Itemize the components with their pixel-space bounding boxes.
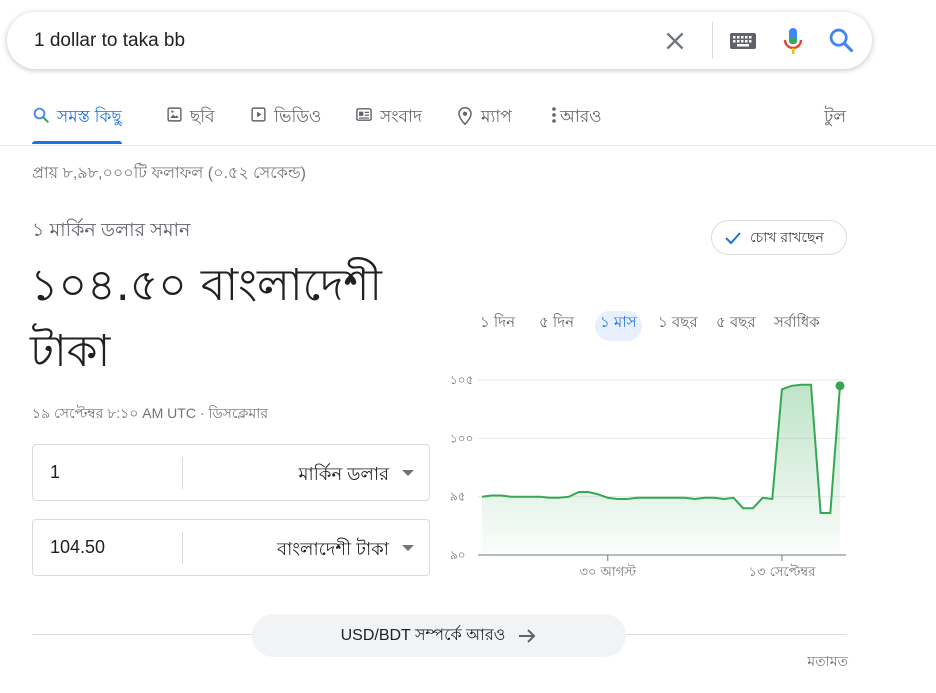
chart-y-tick-label: ১০৫ (450, 373, 473, 387)
from-currency-select[interactable]: মার্কিন ডলার (299, 460, 389, 491)
range-max[interactable]: সর্বাধিক (769, 311, 825, 341)
tab-label: সমস্ত কিছু (57, 107, 122, 126)
exchange-rate-chart[interactable]: ১০৫ ১০০ ৯৫ ৯০ ৩০ আগস্ট ১৩ সেপ্টেম্বর (440, 360, 860, 590)
check-icon (725, 231, 741, 244)
range-1y[interactable]: ১ বছর (653, 311, 703, 341)
track-label: চোখ রাখছেন (750, 228, 824, 245)
pin-icon (458, 106, 472, 126)
updated-text: ১৯ সেপ্টেম্বর ৮:১০ AM UTC · (32, 405, 209, 421)
tab-news[interactable]: সংবাদ (355, 104, 422, 144)
tab-videos[interactable]: ভিডিও (250, 104, 321, 144)
more-divider-left (32, 634, 254, 635)
dropdown-arrow-icon[interactable] (402, 545, 414, 551)
feedback-link[interactable]: মতামত (807, 650, 848, 674)
chart-y-tick-label: ১০০ (450, 431, 473, 445)
to-currency-box: 104.50 বাংলাদেশী টাকা (32, 519, 430, 576)
search-icon[interactable] (827, 26, 855, 54)
tab-all[interactable]: সমস্ত কিছু (32, 104, 122, 144)
equals-label: ১ মার্কিন ডলার সমান (32, 220, 191, 241)
more-divider-right (626, 634, 847, 635)
field-divider (182, 457, 183, 489)
tools-button[interactable]: টুল (824, 104, 846, 132)
chart-x-tick-label: ৩০ আগস্ট (580, 564, 637, 580)
range-5y[interactable]: ৫ বছর (711, 311, 761, 341)
search-divider (712, 22, 713, 59)
mic-icon[interactable] (780, 26, 806, 56)
close-icon[interactable] (662, 28, 688, 54)
chart-current-point (835, 381, 845, 391)
more-about-label: USD/BDT সম্পর্কে আরও (340, 627, 506, 644)
search-icon (33, 107, 49, 123)
disclaimer-link[interactable]: ডিসক্লেমার (208, 405, 268, 421)
tab-label: আরও (560, 107, 602, 126)
chart-y-tick-label: ৯০ (450, 548, 466, 562)
search-input[interactable]: 1 dollar to taka bb (34, 30, 185, 52)
from-amount-input[interactable]: 1 (50, 462, 60, 483)
updated-time: ১৯ সেপ্টেম্বর ৮:১০ AM UTC · ডিসক্লেমার (32, 402, 268, 426)
tab-label: ছবি (190, 107, 215, 126)
chart-area-fill (482, 384, 840, 555)
field-divider (182, 532, 183, 564)
play-icon (251, 107, 266, 122)
arrow-right-icon (519, 628, 536, 643)
converted-value: ১০৪.৫০ বাংলাদেশী টাকা (30, 260, 382, 377)
result-stats: প্রায় ৮,৯৮,০০০টি ফলাফল (০.৫২ সেকেন্ড) (32, 165, 306, 182)
tab-more[interactable]: আরও (551, 104, 602, 144)
more-vert-icon (552, 107, 556, 123)
tab-label: সংবাদ (380, 107, 422, 126)
chart-x-tick-label: ১৩ সেপ্টেম্বর (749, 564, 817, 580)
keyboard-icon[interactable] (729, 30, 757, 52)
range-1m[interactable]: ১ মাস (595, 311, 642, 341)
search-bar[interactable]: 1 dollar to taka bb (7, 12, 872, 69)
tab-images[interactable]: ছবি (166, 104, 215, 144)
to-currency-select[interactable]: বাংলাদেশী টাকা (277, 535, 389, 566)
dropdown-arrow-icon[interactable] (402, 470, 414, 476)
tab-label: ভিডিও (274, 107, 322, 126)
to-amount-input[interactable]: 104.50 (50, 537, 105, 558)
from-currency-box: 1 মার্কিন ডলার (32, 444, 430, 501)
image-icon (167, 107, 182, 122)
range-5d[interactable]: ৫ দিন (534, 311, 579, 341)
tab-label: ম্যাপ (481, 107, 512, 126)
news-icon (356, 108, 372, 121)
tab-maps[interactable]: ম্যাপ (456, 104, 512, 144)
range-1d[interactable]: ১ দিন (475, 311, 520, 341)
more-about-button[interactable]: USD/BDT সম্পর্কে আরও (252, 614, 626, 657)
search-tabs: সমস্ত কিছু ছবি ভিডিও সংবাদ ম্যাপ আরও টুল (0, 96, 936, 146)
track-button[interactable]: চোখ রাখছেন (711, 220, 847, 255)
chart-y-tick-label: ৯৫ (450, 490, 466, 504)
